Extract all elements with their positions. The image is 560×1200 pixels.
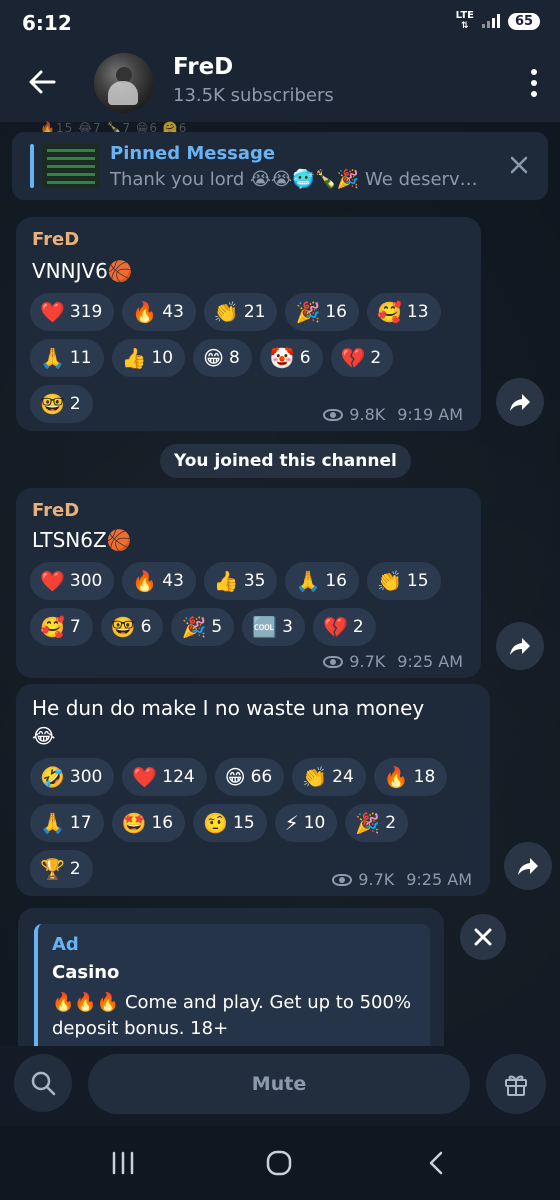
reaction-chip[interactable]: 🥰 13 [367,293,441,331]
home-icon[interactable] [266,1150,292,1176]
reaction-chip[interactable]: 🔥 43 [122,293,196,331]
back-arrow-icon[interactable] [26,66,58,98]
sponsored-message[interactable]: Ad Casino 🔥🔥🔥 Come and play. Get up to 5… [18,908,444,1068]
reaction-chip[interactable]: 🥰 7 [30,608,93,646]
reaction-chip[interactable]: 🔥 18 [373,758,448,796]
reaction-chip[interactable]: 💔 2 [330,339,394,377]
share-arrow-icon [510,394,530,411]
reaction-chip[interactable]: 🤓 6 [100,608,164,646]
reaction-chip[interactable]: 🎉 16 [285,293,359,331]
message-meta: 9.7K 9:25 AM [332,870,472,889]
status-time: 6:12 [22,11,72,35]
message-text-line1: He dun do make I no waste una money [32,696,425,720]
pinned-text: Thank you lord 😭😭🥶🍾🎉 We deserv… [110,169,478,190]
message-time: 9:25 AM [406,870,472,889]
pinned-title: Pinned Message [110,143,276,164]
message-sender: FreD [32,229,80,250]
view-count: 9.7K [358,870,395,889]
channel-header: FreD 13.5K subscribers [0,46,560,122]
gift-icon [505,1075,527,1096]
views-eye-icon [332,873,353,886]
reaction-chip[interactable]: 😁 66 [214,758,285,796]
message-time: 9:19 AM [397,405,463,424]
message-bubble[interactable]: FreD LTSN6Z🏀 ❤️ 300 🔥 43 👍 35 🙏 16 👏 15 🥰 7 🤓 6… [16,488,481,678]
reaction-chip[interactable]: 🎉 5 [171,608,235,646]
reaction-chip[interactable]: 🆒 3 [242,608,305,646]
recent-apps-icon[interactable] [110,1150,136,1176]
network-indicator: LTE ⇅ [455,10,474,32]
ad-body: 🔥🔥🔥 Come and play. Get up to 500% deposi… [52,992,412,1039]
reaction-chip[interactable]: 😁 8 [193,339,252,377]
message-sender: FreD [32,500,80,521]
reaction-chip[interactable]: 🙏 11 [30,339,104,377]
network-label: LTE [455,10,474,21]
reaction-chip[interactable]: 👍 35 [203,562,278,600]
ad-label: Ad [52,934,79,955]
service-message: You joined this channel [160,444,411,478]
view-count: 9.7K [349,652,386,671]
ad-name: Casino [52,962,120,983]
search-icon [31,1071,56,1096]
reaction-chip[interactable]: ❤️ 300 [30,562,115,600]
status-bar: 6:12 LTE ⇅ 65 [0,0,560,46]
reaction-chip[interactable]: 🤨 15 [193,804,267,842]
pinned-thumbnail [42,144,100,188]
reaction-chip[interactable]: 🎉 2 [345,804,409,842]
ad-card[interactable]: Ad Casino 🔥🔥🔥 Come and play. Get up to 5… [34,924,430,1064]
reaction-chip[interactable]: 👏 21 [203,293,278,331]
message-text: VNNJV6🏀 [32,259,133,283]
reaction-chip[interactable]: 👏 24 [292,758,366,796]
close-icon [474,928,492,946]
reaction-chip[interactable]: 🤓 2 [30,385,93,423]
share-arrow-icon [510,638,530,655]
close-ad-button[interactable] [460,914,506,960]
forward-button[interactable] [504,842,552,890]
pinned-message-bar[interactable]: Pinned Message Thank you lord 😭😭🥶🍾🎉 We d… [12,132,548,200]
message-bubble[interactable]: He dun do make I no waste una money 😂 🤣 3… [16,684,490,896]
signal-icon [482,14,500,28]
message-meta: 9.7K 9:25 AM [323,652,463,671]
reaction-chip[interactable]: 👍 10 [111,339,186,377]
message-bubble[interactable]: FreD VNNJV6🏀 ❤️ 319 🔥 43 👏 21 🎉 16 🥰 13 🙏 11 👍… [16,217,481,431]
search-button[interactable] [14,1054,72,1112]
message-text: LTSN6Z🏀 [32,528,132,552]
reaction-chip[interactable]: 🔥 43 [122,562,196,600]
system-nav-bar [0,1126,560,1200]
reaction-chip[interactable]: ⚡ 10 [274,804,338,842]
forward-button[interactable] [496,622,544,670]
message-meta: 9.8K 9:19 AM [323,405,463,424]
more-options-icon[interactable] [530,68,538,98]
forward-button[interactable] [496,378,544,426]
message-time: 9:25 AM [397,652,463,671]
views-eye-icon [323,655,344,668]
mute-button[interactable]: Mute [88,1054,470,1114]
reactions-group: ❤️ 300 🔥 43 👍 35 🙏 16 👏 15 🥰 7 🤓 6 🎉 5 🆒 3 💔 2 [30,562,441,654]
battery-icon: 65 [508,12,540,30]
subscriber-count: 13.5K subscribers [173,85,334,106]
bottom-bar: Mute [0,1046,560,1126]
reaction-chip[interactable]: 🤣 300 [30,758,115,796]
pinned-indicator [30,144,34,188]
channel-title[interactable]: FreD [173,54,233,80]
views-eye-icon [323,408,344,421]
reaction-chip[interactable]: ❤️ 124 [122,758,207,796]
reaction-chip[interactable]: 🤩 16 [111,804,186,842]
reaction-chip[interactable]: 🤡 6 [259,339,323,377]
back-nav-icon[interactable] [424,1150,450,1176]
reaction-chip[interactable]: 🙏 17 [30,804,104,842]
reaction-chip[interactable]: 🙏 16 [285,562,359,600]
channel-avatar[interactable] [94,53,154,113]
reaction-chip[interactable]: ❤️ 319 [30,293,115,331]
reaction-chip[interactable]: 👏 15 [367,562,441,600]
reaction-chip[interactable]: 🏆 2 [30,850,93,888]
view-count: 9.8K [349,405,386,424]
close-icon[interactable] [510,156,528,174]
message-text-line2: 😂 [32,724,56,748]
reaction-chip[interactable]: 💔 2 [312,608,376,646]
share-arrow-icon [518,858,538,875]
gift-button[interactable] [486,1054,546,1114]
